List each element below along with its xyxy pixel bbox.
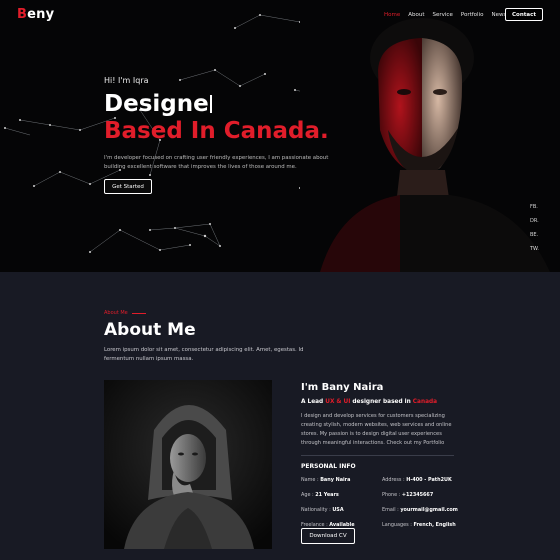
social-link-facebook[interactable]: FB. bbox=[530, 204, 539, 210]
social-link-twitter[interactable]: TW. bbox=[530, 246, 539, 252]
field-value: Bany Naira bbox=[320, 477, 351, 483]
nav-about[interactable]: About bbox=[408, 12, 424, 18]
field-value: +12345667 bbox=[401, 492, 434, 498]
top-navigation-bar: Beny Home About Service Portfolio News C… bbox=[0, 0, 560, 30]
about-tag-text: About Me bbox=[104, 310, 128, 316]
logo-letter: B bbox=[17, 7, 28, 22]
social-link-behance[interactable]: BE. bbox=[530, 232, 539, 238]
download-cv-button[interactable]: Download CV bbox=[301, 528, 355, 544]
profile-info: I'm Bany Naira A Lead UX & UI designer b… bbox=[301, 382, 461, 528]
info-field-phone: Phone : +12345667 bbox=[382, 492, 462, 498]
typing-cursor bbox=[209, 95, 212, 113]
role-highlight: UX & UI bbox=[325, 399, 351, 405]
logo-text: eny bbox=[27, 7, 55, 22]
personal-info-heading: PERSONAL INFO bbox=[301, 463, 356, 470]
social-links: FB. DR. BE. TW. bbox=[530, 204, 539, 252]
info-field-name: Name : Bany Naira bbox=[301, 477, 382, 483]
hero-greeting: Hi! I'm Iqra bbox=[104, 76, 149, 85]
nav-service[interactable]: Service bbox=[433, 12, 453, 18]
info-field-age: Age : 21 Years bbox=[301, 492, 382, 498]
hero-text-block: Hi! I'm Iqra Designe Based In Canada. I'… bbox=[104, 76, 344, 172]
main-nav: Home About Service Portfolio News bbox=[384, 12, 506, 18]
profile-bio: I design and develop services for custom… bbox=[301, 413, 452, 446]
tag-divider-line bbox=[131, 312, 146, 314]
hero-title-typed: Designe bbox=[104, 91, 344, 117]
about-profile-photo bbox=[104, 380, 272, 549]
hero-title-red: Based In Canada. bbox=[104, 118, 329, 145]
brand-logo[interactable]: Beny bbox=[17, 7, 54, 22]
field-value: French, English bbox=[413, 522, 456, 528]
role-location: Canada bbox=[412, 399, 438, 405]
get-started-button[interactable]: Get Started bbox=[104, 179, 152, 194]
field-label: Phone : bbox=[382, 492, 401, 498]
info-field-nationality: Nationality : USA bbox=[301, 507, 382, 513]
profile-name: I'm Bany Naira bbox=[301, 382, 384, 393]
hero-section: Beny Home About Service Portfolio News C… bbox=[0, 0, 560, 272]
hero-title-typed-text: Designe bbox=[104, 91, 209, 117]
field-label: Age : bbox=[301, 492, 314, 498]
contact-button[interactable]: Contact bbox=[505, 8, 543, 21]
info-field-address: Address : H-400 - Path2UK bbox=[382, 477, 462, 483]
nav-home[interactable]: Home bbox=[384, 12, 400, 18]
profile-role: A Lead UX & UI designer based in Canada bbox=[301, 399, 461, 405]
field-label: Languages : bbox=[382, 522, 412, 528]
field-value[interactable]: yourmail@gmail.com bbox=[400, 507, 458, 513]
field-value: 21 Years bbox=[315, 492, 339, 498]
info-field-email: Email : yourmail@gmail.com bbox=[382, 507, 462, 513]
about-title: About Me bbox=[104, 320, 196, 340]
field-label: Address : bbox=[382, 477, 405, 483]
field-label: Name : bbox=[301, 477, 319, 483]
about-section-tag: About Me bbox=[104, 310, 146, 316]
info-field-languages: Languages : French, English bbox=[382, 522, 462, 528]
field-value: USA bbox=[332, 507, 344, 513]
about-section: About Me About Me Lorem ipsum dolor sit … bbox=[0, 272, 560, 560]
about-description: Lorem ipsum dolor sit amet, consectetur … bbox=[104, 347, 304, 362]
field-label: Nationality : bbox=[301, 507, 331, 513]
hero-description: I'm developer focused on crafting user f… bbox=[104, 154, 329, 170]
field-label: Email : bbox=[382, 507, 399, 513]
personal-info-grid: Name : Bany Naira Address : H-400 - Path… bbox=[301, 477, 461, 528]
nav-portfolio[interactable]: Portfolio bbox=[461, 12, 484, 18]
info-divider bbox=[301, 455, 454, 456]
field-value: H-400 - Path2UK bbox=[406, 477, 452, 483]
role-prefix: A Lead bbox=[301, 399, 324, 405]
role-middle: designer based in bbox=[352, 399, 411, 405]
social-link-dribbble[interactable]: DR. bbox=[530, 218, 539, 224]
